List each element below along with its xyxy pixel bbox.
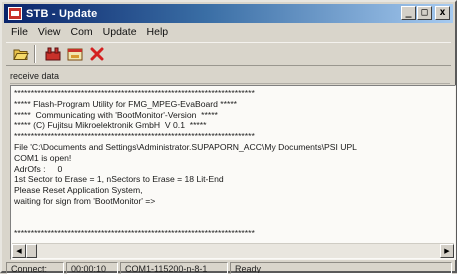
connect-icon — [45, 47, 61, 61]
receive-line: ***** (C) Fujitsu Mikroelektronik GmbH V… — [14, 120, 207, 131]
receive-line: waiting for sign from 'BootMonitor' => — [14, 195, 156, 206]
receive-line: Please Reset Application System, — [14, 185, 143, 196]
receive-line: ***** Communicating with 'BootMonitor'-V… — [14, 109, 218, 120]
receive-line: File 'C:\Documents and Settings\Administ… — [14, 141, 357, 152]
receive-line: ****************************************… — [14, 228, 255, 239]
status-state: Ready — [230, 261, 452, 274]
maximize-button[interactable]: □ — [417, 6, 432, 20]
menu-bar: File View Com Update Help — [6, 24, 446, 40]
menu-help[interactable]: Help — [142, 26, 174, 38]
cancel-button[interactable] — [86, 44, 108, 64]
receive-line: 1st Sector to Erase = 1, nSectors to Era… — [14, 174, 224, 185]
title-bar[interactable]: STB - Update _ □ x — [4, 4, 453, 23]
horizontal-scrollbar[interactable]: ◀ ▶ — [12, 243, 454, 258]
toolbar-separator — [34, 45, 36, 63]
receive-data-text: ****************************************… — [14, 88, 453, 240]
window-title: STB - Update — [26, 7, 98, 20]
open-folder-icon — [13, 49, 29, 60]
menu-file[interactable]: File — [6, 26, 33, 38]
receive-line: ****************************************… — [14, 131, 255, 142]
close-button[interactable]: x — [435, 6, 450, 20]
app-icon[interactable] — [8, 7, 22, 20]
toolbar — [6, 42, 451, 66]
cancel-icon — [90, 47, 104, 61]
menu-update[interactable]: Update — [98, 26, 142, 38]
receive-line: COM1 is open! — [14, 152, 72, 163]
update-icon — [67, 48, 83, 61]
status-connection: Connect: — [6, 261, 64, 274]
receive-data-label: receive data — [10, 71, 450, 84]
scroll-left-button[interactable]: ◀ — [12, 244, 26, 258]
receive-line: ***** Flash-Program Utility for FMG_MPEG… — [14, 98, 238, 109]
receive-line — [14, 218, 453, 229]
minimize-button[interactable]: _ — [401, 6, 416, 20]
open-button[interactable] — [10, 44, 32, 64]
status-port: COM1-115200-n-8-1 — [120, 261, 228, 274]
window-controls: _ □ x — [401, 6, 450, 20]
menu-view[interactable]: View — [33, 26, 66, 38]
receive-line — [14, 207, 453, 218]
status-timer: 00:00:10 — [66, 261, 118, 274]
receive-data-textarea[interactable]: ****************************************… — [10, 85, 456, 260]
update-button[interactable] — [64, 44, 86, 64]
receive-line: AdrOfs : 0 — [14, 163, 63, 174]
app-window: STB - Update _ □ x File View Com Update … — [0, 0, 457, 274]
menu-com[interactable]: Com — [66, 26, 98, 38]
scroll-right-button[interactable]: ▶ — [440, 244, 454, 258]
status-bar: Connect: 00:00:10 COM1-115200-n-8-1 Read… — [6, 261, 454, 274]
receive-line: ****************************************… — [14, 88, 255, 98]
connect-button[interactable] — [42, 44, 64, 64]
scroll-thumb[interactable] — [26, 244, 37, 258]
